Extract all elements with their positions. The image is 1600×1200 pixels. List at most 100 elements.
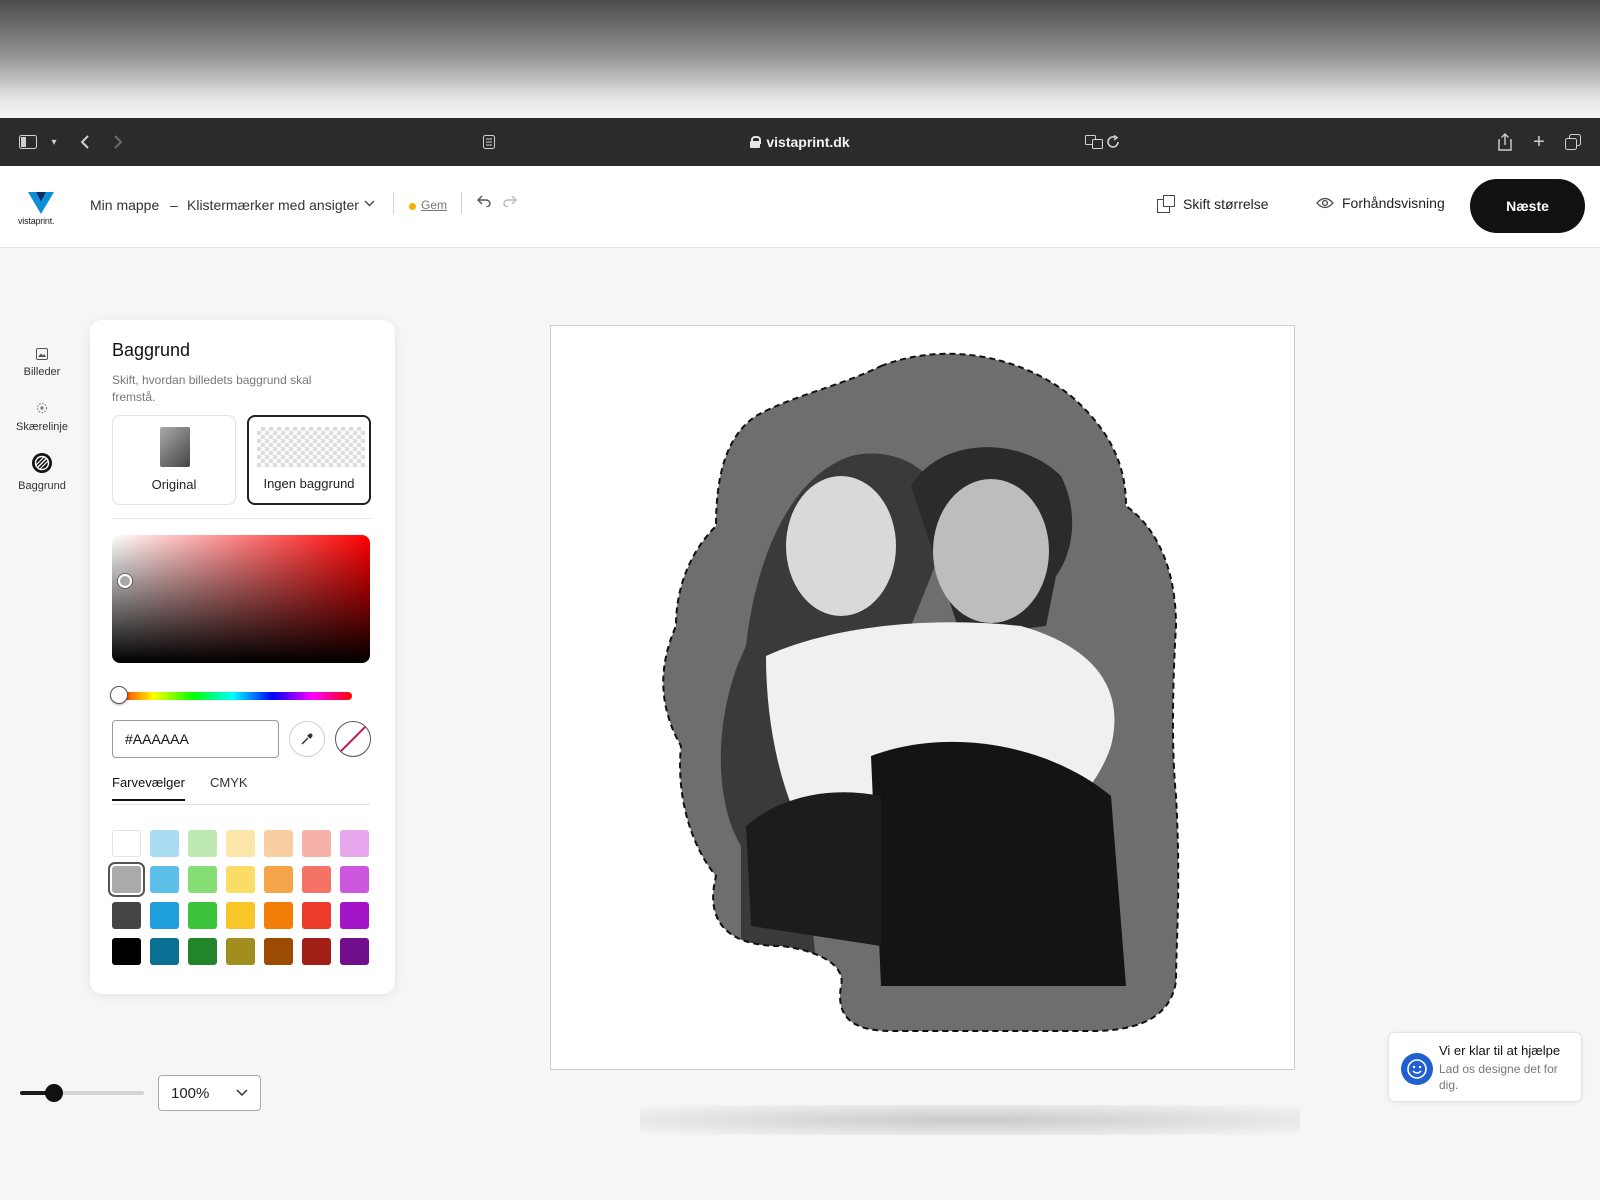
- panel-divider: [112, 518, 372, 519]
- couple-photo: [720, 447, 1126, 1016]
- header-divider: [393, 192, 394, 214]
- screen-bezel: [0, 0, 1600, 118]
- color-swatch[interactable]: [188, 830, 217, 857]
- color-swatch[interactable]: [226, 938, 255, 965]
- reload-icon[interactable]: [1101, 130, 1125, 154]
- color-swatch[interactable]: [302, 866, 331, 893]
- redo-icon[interactable]: [503, 194, 517, 212]
- transparent-thumbnail: [257, 427, 365, 467]
- preview-label: Forhåndsvisning: [1342, 195, 1445, 211]
- resize-icon: [1157, 195, 1175, 213]
- hue-slider[interactable]: [114, 692, 352, 700]
- color-swatch[interactable]: [188, 866, 217, 893]
- hue-slider-handle[interactable]: [110, 686, 128, 704]
- back-icon[interactable]: [73, 130, 97, 154]
- color-swatch[interactable]: [150, 902, 179, 929]
- color-swatch[interactable]: [150, 866, 179, 893]
- help-text: Lad os designe det for dig.: [1439, 1062, 1558, 1092]
- color-swatch[interactable]: [264, 938, 293, 965]
- rail-item-label: Baggrund: [18, 480, 66, 492]
- color-swatch[interactable]: [226, 830, 255, 857]
- color-swatch[interactable]: [188, 938, 217, 965]
- cutline-icon: [37, 403, 47, 413]
- smiley-icon: [1401, 1053, 1433, 1085]
- share-icon[interactable]: [1493, 130, 1517, 154]
- tab-cmyk[interactable]: CMYK: [210, 775, 248, 799]
- original-thumbnail: [160, 427, 190, 467]
- color-swatch[interactable]: [302, 938, 331, 965]
- project-name[interactable]: Klistermærker med ansigter: [187, 197, 359, 213]
- color-swatch[interactable]: [340, 902, 369, 929]
- canvas-shadow: [640, 1105, 1300, 1135]
- chevron-down-icon[interactable]: [364, 196, 375, 210]
- lock-icon: [750, 136, 762, 148]
- panel-subtitle: Skift, hvordan billedets baggrund skal f…: [112, 373, 312, 404]
- color-swatch[interactable]: [264, 866, 293, 893]
- color-picker-handle[interactable]: [118, 574, 132, 588]
- browser-toolbar: ▾ vistaprint.dk +: [0, 118, 1600, 166]
- background-icon: [32, 453, 52, 473]
- zoom-slider-handle[interactable]: [45, 1084, 63, 1102]
- logo-text: vistaprint.: [18, 216, 55, 226]
- color-swatch[interactable]: [340, 830, 369, 857]
- save-link[interactable]: Gem: [421, 198, 447, 212]
- image-icon: [36, 348, 48, 360]
- vistaprint-logo[interactable]: vistaprint.: [18, 192, 64, 228]
- eyedropper-icon: [301, 733, 313, 745]
- rail-item-cutline[interactable]: Skærelinje: [10, 401, 74, 433]
- resize-label: Skift størrelse: [1183, 196, 1269, 212]
- eye-icon: [1316, 197, 1334, 209]
- design-canvas[interactable]: [550, 325, 1295, 1070]
- rail-item-background[interactable]: Baggrund: [10, 452, 74, 492]
- option-label: Ingen baggrund: [263, 476, 355, 491]
- sticker-artwork[interactable]: [551, 326, 1296, 1071]
- breadcrumb-separator: –: [170, 197, 178, 213]
- address-bar[interactable]: vistaprint.dk: [460, 126, 1140, 158]
- resize-button[interactable]: Skift størrelse: [1157, 195, 1269, 213]
- chevron-down-icon[interactable]: ▾: [42, 130, 66, 154]
- forward-icon[interactable]: [106, 130, 130, 154]
- hex-color-input[interactable]: [112, 720, 279, 758]
- app-header: vistaprint. Min mappe – Klistermærker me…: [0, 166, 1600, 248]
- new-tab-icon[interactable]: +: [1527, 130, 1551, 154]
- color-swatch[interactable]: [340, 866, 369, 893]
- rail-item-label: Skærelinje: [16, 421, 68, 433]
- tab-color-picker[interactable]: Farvevælger: [112, 775, 185, 801]
- color-mode-tabs: Farvevælger CMYK: [112, 775, 370, 805]
- rail-item-label: Billeder: [23, 366, 61, 378]
- zoom-select[interactable]: 100%: [158, 1075, 261, 1111]
- color-swatch[interactable]: [112, 938, 141, 965]
- preview-button[interactable]: Forhåndsvisning: [1316, 195, 1445, 211]
- color-swatch[interactable]: [108, 862, 145, 897]
- zoom-slider[interactable]: [20, 1091, 144, 1095]
- color-swatch[interactable]: [302, 830, 331, 857]
- color-swatch[interactable]: [112, 830, 141, 857]
- eyedropper-button[interactable]: [289, 721, 325, 757]
- help-widget[interactable]: Vi er klar til at hjælpe Lad os designe …: [1388, 1032, 1582, 1102]
- color-swatch[interactable]: [226, 866, 255, 893]
- logo-icon: [28, 192, 54, 214]
- color-swatch[interactable]: [226, 902, 255, 929]
- background-panel: Baggrund Skift, hvordan billedets baggru…: [90, 320, 395, 994]
- color-swatch[interactable]: [112, 902, 141, 929]
- next-button[interactable]: Næste: [1470, 179, 1585, 233]
- breadcrumb-folder[interactable]: Min mappe: [90, 197, 159, 213]
- panel-title: Baggrund: [112, 340, 191, 360]
- option-original[interactable]: Original: [112, 415, 236, 505]
- color-swatch[interactable]: [340, 938, 369, 965]
- help-title: Vi er klar til at hjælpe: [1439, 1043, 1561, 1058]
- no-color-button[interactable]: [335, 721, 371, 757]
- option-label: Original: [151, 477, 197, 492]
- color-swatch[interactable]: [264, 902, 293, 929]
- undo-icon[interactable]: [477, 194, 491, 212]
- color-swatch[interactable]: [302, 902, 331, 929]
- color-swatch[interactable]: [150, 938, 179, 965]
- color-swatch[interactable]: [150, 830, 179, 857]
- tab-overview-icon[interactable]: [1561, 130, 1585, 154]
- saturation-value-picker[interactable]: [112, 535, 370, 663]
- sidebar-toggle-icon[interactable]: [16, 130, 40, 154]
- option-no-background[interactable]: Ingen baggrund: [247, 415, 371, 505]
- rail-item-images[interactable]: Billeder: [10, 348, 74, 378]
- color-swatch[interactable]: [188, 902, 217, 929]
- color-swatch[interactable]: [264, 830, 293, 857]
